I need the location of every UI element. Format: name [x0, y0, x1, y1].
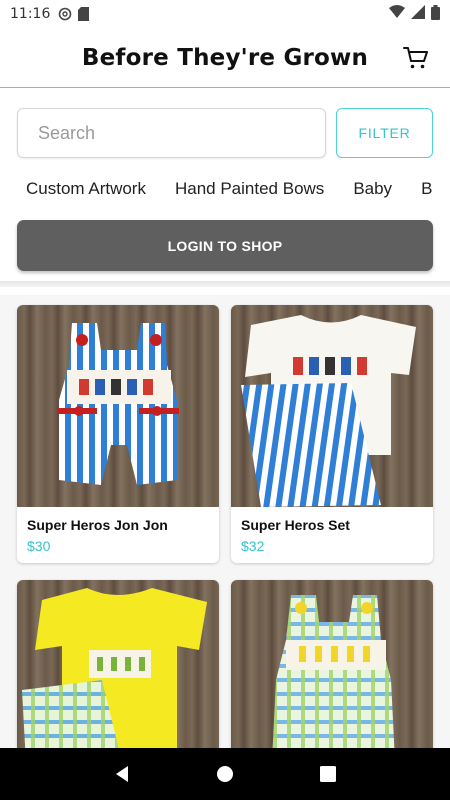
product-card[interactable] — [231, 580, 433, 748]
filter-button[interactable]: FILTER — [336, 108, 433, 158]
cart-icon — [403, 47, 428, 69]
section-divider — [0, 281, 450, 287]
sd-card-icon — [78, 7, 90, 21]
home-icon — [216, 766, 233, 782]
recents-icon — [320, 766, 337, 782]
recents-button[interactable] — [313, 759, 343, 789]
product-card[interactable] — [17, 580, 219, 748]
category-hand-painted-bows[interactable]: Hand Painted Bows — [175, 179, 324, 199]
category-partial[interactable]: B — [421, 179, 432, 199]
product-image[interactable] — [231, 580, 433, 748]
status-bar: 11:16 — [0, 0, 450, 28]
product-image[interactable] — [231, 305, 433, 507]
cell-signal-icon — [411, 5, 425, 23]
wifi-icon — [389, 5, 405, 23]
cart-button[interactable] — [402, 44, 430, 72]
home-button[interactable] — [210, 759, 240, 789]
back-button[interactable] — [107, 759, 137, 789]
status-time: 11:16 — [10, 6, 51, 22]
product-image[interactable] — [17, 305, 219, 507]
category-tabs: Custom Artwork Hand Painted Bows Baby B — [0, 170, 450, 208]
category-baby[interactable]: Baby — [353, 179, 392, 199]
product-grid: Super Heros Jon Jon $30 Super Heros Set … — [0, 295, 450, 748]
product-image[interactable] — [17, 580, 219, 748]
at-sign-icon — [58, 7, 72, 21]
battery-icon — [431, 4, 440, 24]
category-custom-artwork[interactable]: Custom Artwork — [26, 179, 146, 199]
product-price: $30 — [27, 538, 51, 554]
search-input[interactable] — [38, 122, 305, 144]
store-title: Before They're Grown — [81, 44, 369, 71]
product-name: Super Heros Jon Jon — [27, 517, 168, 533]
search-box[interactable] — [17, 108, 326, 158]
product-name: Super Heros Set — [241, 517, 350, 533]
login-to-shop-button[interactable]: LOGIN TO SHOP — [17, 220, 433, 271]
product-card[interactable]: Super Heros Set $32 — [231, 305, 433, 563]
app-header: Before They're Grown — [0, 28, 450, 88]
back-icon — [115, 766, 128, 782]
product-card[interactable]: Super Heros Jon Jon $30 — [17, 305, 219, 563]
search-row: FILTER — [17, 108, 433, 160]
product-price: $32 — [241, 538, 265, 554]
system-nav-bar — [0, 748, 450, 800]
